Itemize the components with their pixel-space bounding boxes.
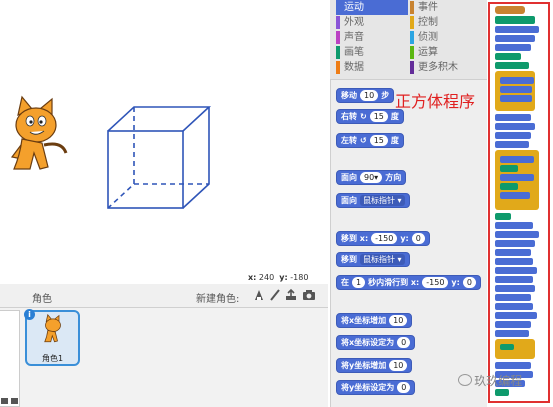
- category-4[interactable]: 控制: [410, 15, 482, 30]
- block-label: 移到: [341, 255, 357, 264]
- category-5[interactable]: 声音: [336, 30, 408, 45]
- category-label: 事件: [418, 2, 438, 13]
- category-9[interactable]: 数据: [336, 60, 408, 75]
- sprite-pane-title: 角色: [32, 294, 52, 305]
- camera-icon[interactable]: [302, 288, 316, 302]
- category-8[interactable]: 运算: [410, 45, 482, 60]
- block-label: 在: [341, 278, 349, 287]
- turn-right-input[interactable]: 15: [369, 111, 388, 122]
- category-7[interactable]: 画笔: [336, 45, 408, 60]
- turn-left-block[interactable]: 左转 ↺ 15 度: [336, 133, 404, 148]
- category-color-swatch: [336, 46, 340, 59]
- category-color-swatch: [410, 16, 414, 29]
- category-color-swatch: [410, 61, 414, 74]
- goto-block[interactable]: 移到 鼠标指针 ▾: [336, 252, 410, 267]
- block-label: 左转: [341, 136, 357, 145]
- category-label: 侦测: [418, 32, 438, 43]
- block-label: 面向: [341, 173, 357, 182]
- block-label: y:: [451, 278, 460, 287]
- glide-secs-input[interactable]: 1: [352, 277, 366, 288]
- set-x-input[interactable]: 0: [397, 337, 411, 348]
- category-2[interactable]: 事件: [410, 0, 482, 15]
- category-3[interactable]: 外观: [336, 15, 408, 30]
- block-label: 秒内滑行到 x:: [368, 278, 420, 287]
- category-color-swatch: [336, 1, 340, 14]
- block-label: 步: [381, 91, 390, 100]
- script-highlight-box: [488, 2, 550, 403]
- change-x-input[interactable]: 10: [389, 315, 408, 326]
- category-label: 声音: [344, 32, 364, 43]
- block-label: 右转: [341, 112, 357, 121]
- sprite-tile-cat-icon: [44, 314, 61, 343]
- upload-icon[interactable]: [284, 288, 298, 302]
- category-label: 运动: [344, 2, 364, 13]
- turn-left-input[interactable]: 15: [369, 135, 388, 146]
- move-steps-input[interactable]: 10: [360, 90, 379, 101]
- category-label: 更多积木: [418, 62, 458, 73]
- block-label: 移动: [341, 91, 357, 100]
- y-coord-value: -180: [290, 273, 309, 282]
- category-label: 控制: [418, 17, 438, 28]
- point-towards-dropdown[interactable]: 鼠标指针 ▾: [360, 195, 405, 206]
- block-label: 将x坐标增加: [341, 316, 387, 325]
- category-color-swatch: [410, 1, 414, 14]
- stage-thumb-tools: [0, 396, 20, 407]
- cube-drawing: [107, 106, 212, 209]
- new-sprite-label: 新建角色:: [196, 294, 240, 305]
- stage-thumbnail[interactable]: [0, 310, 20, 407]
- set-y-block[interactable]: 将y坐标设定为 0: [336, 380, 416, 395]
- change-x-block[interactable]: 将x坐标增加 10: [336, 313, 413, 328]
- block-label: 将y坐标设定为: [341, 383, 395, 392]
- turn-right-block[interactable]: 右转 ↻ 15 度: [336, 109, 404, 124]
- block-label: 度: [390, 136, 399, 145]
- brush-icon[interactable]: [268, 288, 282, 302]
- category-label: 数据: [344, 62, 364, 73]
- goto-xy-block[interactable]: 移到 x: -150 y: 0: [336, 231, 430, 246]
- block-label: 将y坐标增加: [341, 361, 387, 370]
- point-in-direction-block[interactable]: 面向 90▾ 方向: [336, 170, 407, 185]
- goto-dropdown[interactable]: 鼠标指针 ▾: [360, 254, 405, 265]
- paint-icon[interactable]: [252, 288, 266, 302]
- block-label: y:: [400, 234, 409, 243]
- set-x-block[interactable]: 将x坐标设定为 0: [336, 335, 416, 350]
- glide-x-input[interactable]: -150: [422, 277, 449, 288]
- category-10[interactable]: 更多积木: [410, 60, 482, 75]
- block-label: 将x坐标设定为: [341, 338, 395, 347]
- category-color-swatch: [336, 61, 340, 74]
- watermark: 玖玖编程: [474, 374, 523, 388]
- block-label: 面向: [341, 196, 357, 205]
- block-label: 度: [390, 112, 399, 121]
- rotate-right-icon: ↻: [360, 112, 367, 121]
- rotate-left-icon: ↺: [360, 136, 367, 145]
- goto-y-input[interactable]: 0: [411, 233, 425, 244]
- goto-x-input[interactable]: -150: [371, 233, 398, 244]
- change-y-input[interactable]: 10: [389, 360, 408, 371]
- glide-block[interactable]: 在 1 秒内滑行到 x: -150 y: 0: [336, 275, 481, 290]
- category-color-swatch: [336, 16, 340, 29]
- cat-sprite[interactable]: [0, 95, 72, 175]
- category-label: 画笔: [344, 47, 364, 58]
- block-label: 移到 x:: [341, 234, 369, 243]
- category-color-swatch: [336, 31, 340, 44]
- category-color-swatch: [410, 46, 414, 59]
- mouse-coordinates: x: 240 y: -180: [248, 273, 309, 282]
- move-steps-block[interactable]: 移动 10 步: [336, 88, 395, 103]
- direction-input[interactable]: 90▾: [360, 172, 383, 183]
- block-label: 方向: [385, 173, 402, 182]
- x-coord-value: 240: [258, 273, 275, 282]
- sprite-info-icon[interactable]: i: [24, 309, 35, 320]
- set-y-input[interactable]: 0: [397, 382, 411, 393]
- annotation-cube-program: 正方体程序: [395, 92, 476, 111]
- point-towards-block[interactable]: 面向 鼠标指针 ▾: [336, 193, 410, 208]
- change-y-block[interactable]: 将y坐标增加 10: [336, 358, 413, 373]
- sprite-tile-label: 角色1: [41, 354, 64, 363]
- category-label: 运算: [418, 47, 438, 58]
- category-6[interactable]: 侦测: [410, 30, 482, 45]
- stage[interactable]: [0, 0, 328, 270]
- category-label: 外观: [344, 17, 364, 28]
- category-color-swatch: [410, 31, 414, 44]
- category-1[interactable]: 运动: [336, 0, 408, 15]
- glide-y-input[interactable]: 0: [462, 277, 476, 288]
